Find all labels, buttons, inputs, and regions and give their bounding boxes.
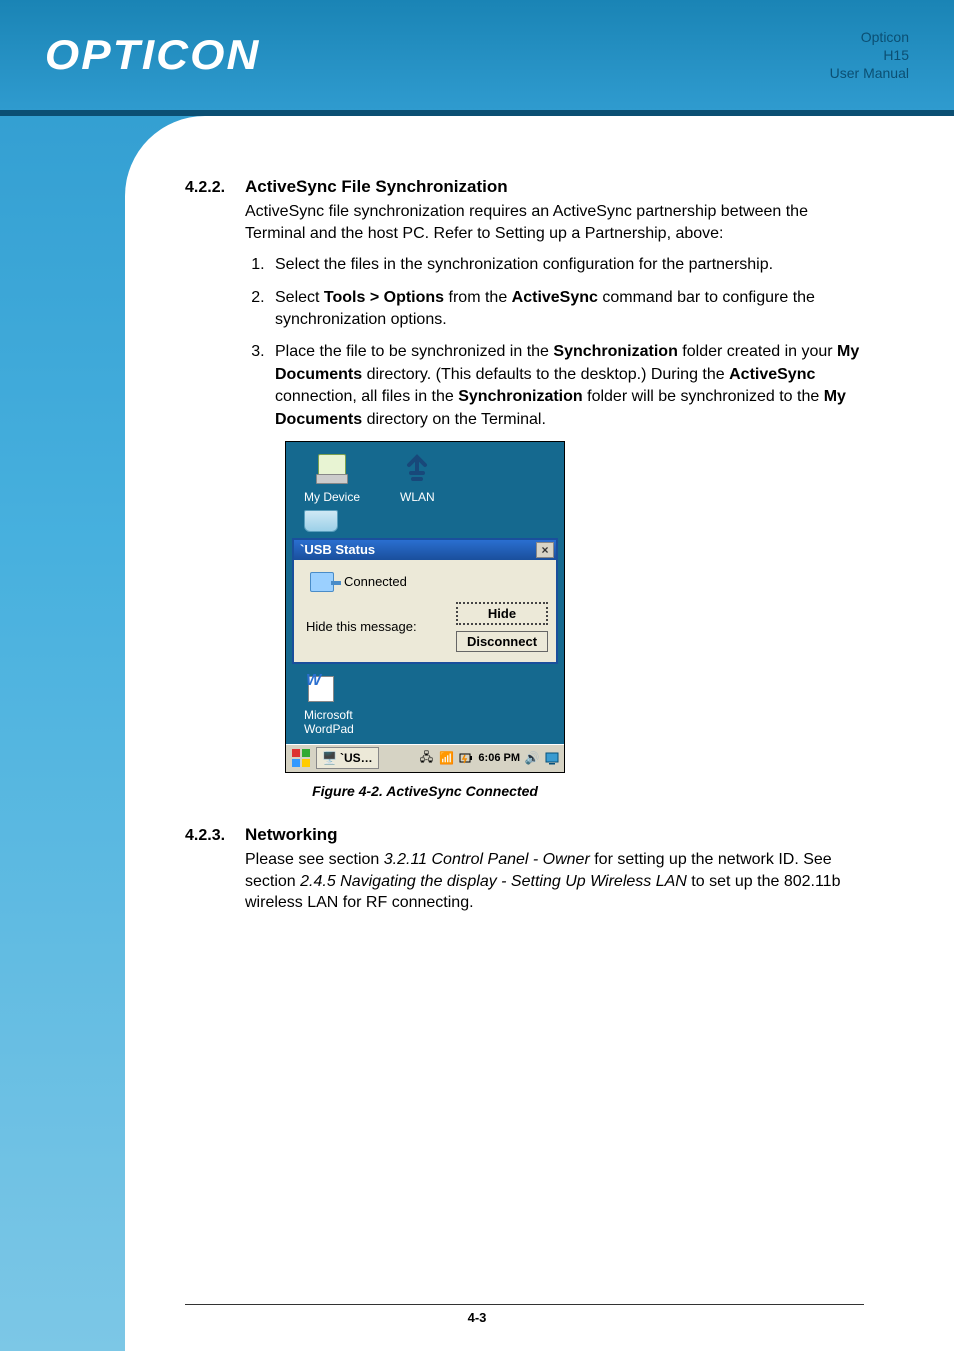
wordpad-label-2: WordPad bbox=[304, 722, 564, 736]
wordpad-icon bbox=[304, 672, 338, 706]
tray-network-icon[interactable]: 🖧 bbox=[418, 750, 434, 766]
wlan-label: WLAN bbox=[400, 490, 435, 504]
step-2: Select Tools > Options from the ActiveSy… bbox=[269, 287, 864, 332]
usb-status-window: `USB Status × Connected Hide this messag… bbox=[292, 538, 558, 664]
system-tray: 🖧 📶 6:06 PM 🔊 bbox=[418, 750, 564, 766]
section-intro: ActiveSync file synchronization requires… bbox=[245, 201, 864, 244]
tray-battery-icon[interactable] bbox=[458, 750, 474, 766]
desktop-icons-row: My Device WLAN bbox=[286, 442, 564, 510]
device-figure: My Device WLAN `USB Status × bbox=[285, 441, 565, 799]
wordpad-label-1: Microsoft bbox=[304, 708, 564, 722]
figure-caption: Figure 4-2. ActiveSync Connected bbox=[285, 783, 565, 799]
usb-status-body: Connected Hide this message: Hide Discon… bbox=[294, 560, 556, 662]
page-header: OPTICON Opticon H15 User Manual bbox=[0, 0, 954, 110]
start-button[interactable] bbox=[289, 747, 313, 769]
disconnect-button[interactable]: Disconnect bbox=[456, 631, 548, 652]
taskbar-app-icon: 🖥️ bbox=[322, 751, 337, 765]
my-device-icon bbox=[315, 452, 349, 486]
section-title-2: Networking bbox=[245, 825, 338, 845]
networking-text: Please see section 3.2.11 Control Panel … bbox=[245, 849, 864, 914]
header-brand: Opticon bbox=[830, 28, 909, 46]
device-screen: My Device WLAN `USB Status × bbox=[285, 441, 565, 773]
recycle-bin-shortcut[interactable] bbox=[286, 510, 564, 538]
section-2-body: Please see section 3.2.11 Control Panel … bbox=[245, 849, 864, 914]
footer-rule bbox=[185, 1304, 864, 1305]
recycle-bin-icon bbox=[304, 510, 338, 532]
tray-signal-icon[interactable]: 📶 bbox=[438, 750, 454, 766]
header-model: H15 bbox=[830, 46, 909, 64]
step-1: Select the files in the synchronization … bbox=[269, 254, 864, 276]
header-doc: User Manual bbox=[830, 64, 909, 82]
wordpad-shortcut[interactable]: Microsoft WordPad bbox=[286, 664, 564, 744]
usb-status-titlebar[interactable]: `USB Status × bbox=[294, 540, 556, 560]
connected-row: Connected bbox=[302, 568, 548, 602]
section-number-2: 4.2.3. bbox=[185, 827, 233, 845]
section-heading-2: 4.2.3. Networking bbox=[185, 825, 864, 845]
tray-desktop-icon[interactable] bbox=[544, 750, 560, 766]
close-button[interactable]: × bbox=[536, 542, 554, 558]
taskbar-app-button[interactable]: 🖥️ `US… bbox=[316, 747, 379, 769]
button-column: Hide Disconnect bbox=[456, 602, 548, 652]
tray-clock[interactable]: 6:06 PM bbox=[478, 752, 520, 764]
section-heading-1: 4.2.2. ActiveSync File Synchronization bbox=[185, 177, 864, 197]
brand-logo: OPTICON bbox=[45, 31, 261, 79]
content-area: 4.2.2. ActiveSync File Synchronization A… bbox=[125, 116, 954, 1351]
section-title: ActiveSync File Synchronization bbox=[245, 177, 508, 197]
my-device-label: My Device bbox=[304, 490, 360, 504]
hide-message-label: Hide this message: bbox=[306, 619, 417, 634]
section-number: 4.2.2. bbox=[185, 179, 233, 197]
page-number: 4-3 bbox=[462, 1310, 493, 1325]
intro-text: ActiveSync file synchronization requires… bbox=[245, 201, 864, 244]
header-meta: Opticon H15 User Manual bbox=[830, 28, 909, 83]
taskbar-app-label: `US… bbox=[340, 751, 373, 765]
usb-status-title: `USB Status bbox=[300, 542, 375, 557]
wlan-icon bbox=[400, 452, 434, 486]
taskbar: 🖥️ `US… 🖧 📶 6:06 PM 🔊 bbox=[286, 744, 564, 772]
wlan-shortcut[interactable]: WLAN bbox=[400, 452, 435, 504]
my-device-shortcut[interactable]: My Device bbox=[304, 452, 360, 504]
tray-volume-icon[interactable]: 🔊 bbox=[524, 750, 540, 766]
connection-icon bbox=[310, 572, 334, 592]
step-3: Place the file to be synchronized in the… bbox=[269, 341, 864, 431]
hide-button[interactable]: Hide bbox=[456, 602, 548, 625]
hide-row: Hide this message: Hide Disconnect bbox=[302, 602, 548, 652]
steps-list: Select the files in the synchronization … bbox=[245, 254, 864, 431]
windows-flag-icon bbox=[291, 748, 311, 768]
connected-label: Connected bbox=[344, 574, 407, 589]
section-2: 4.2.3. Networking Please see section 3.2… bbox=[185, 825, 864, 914]
